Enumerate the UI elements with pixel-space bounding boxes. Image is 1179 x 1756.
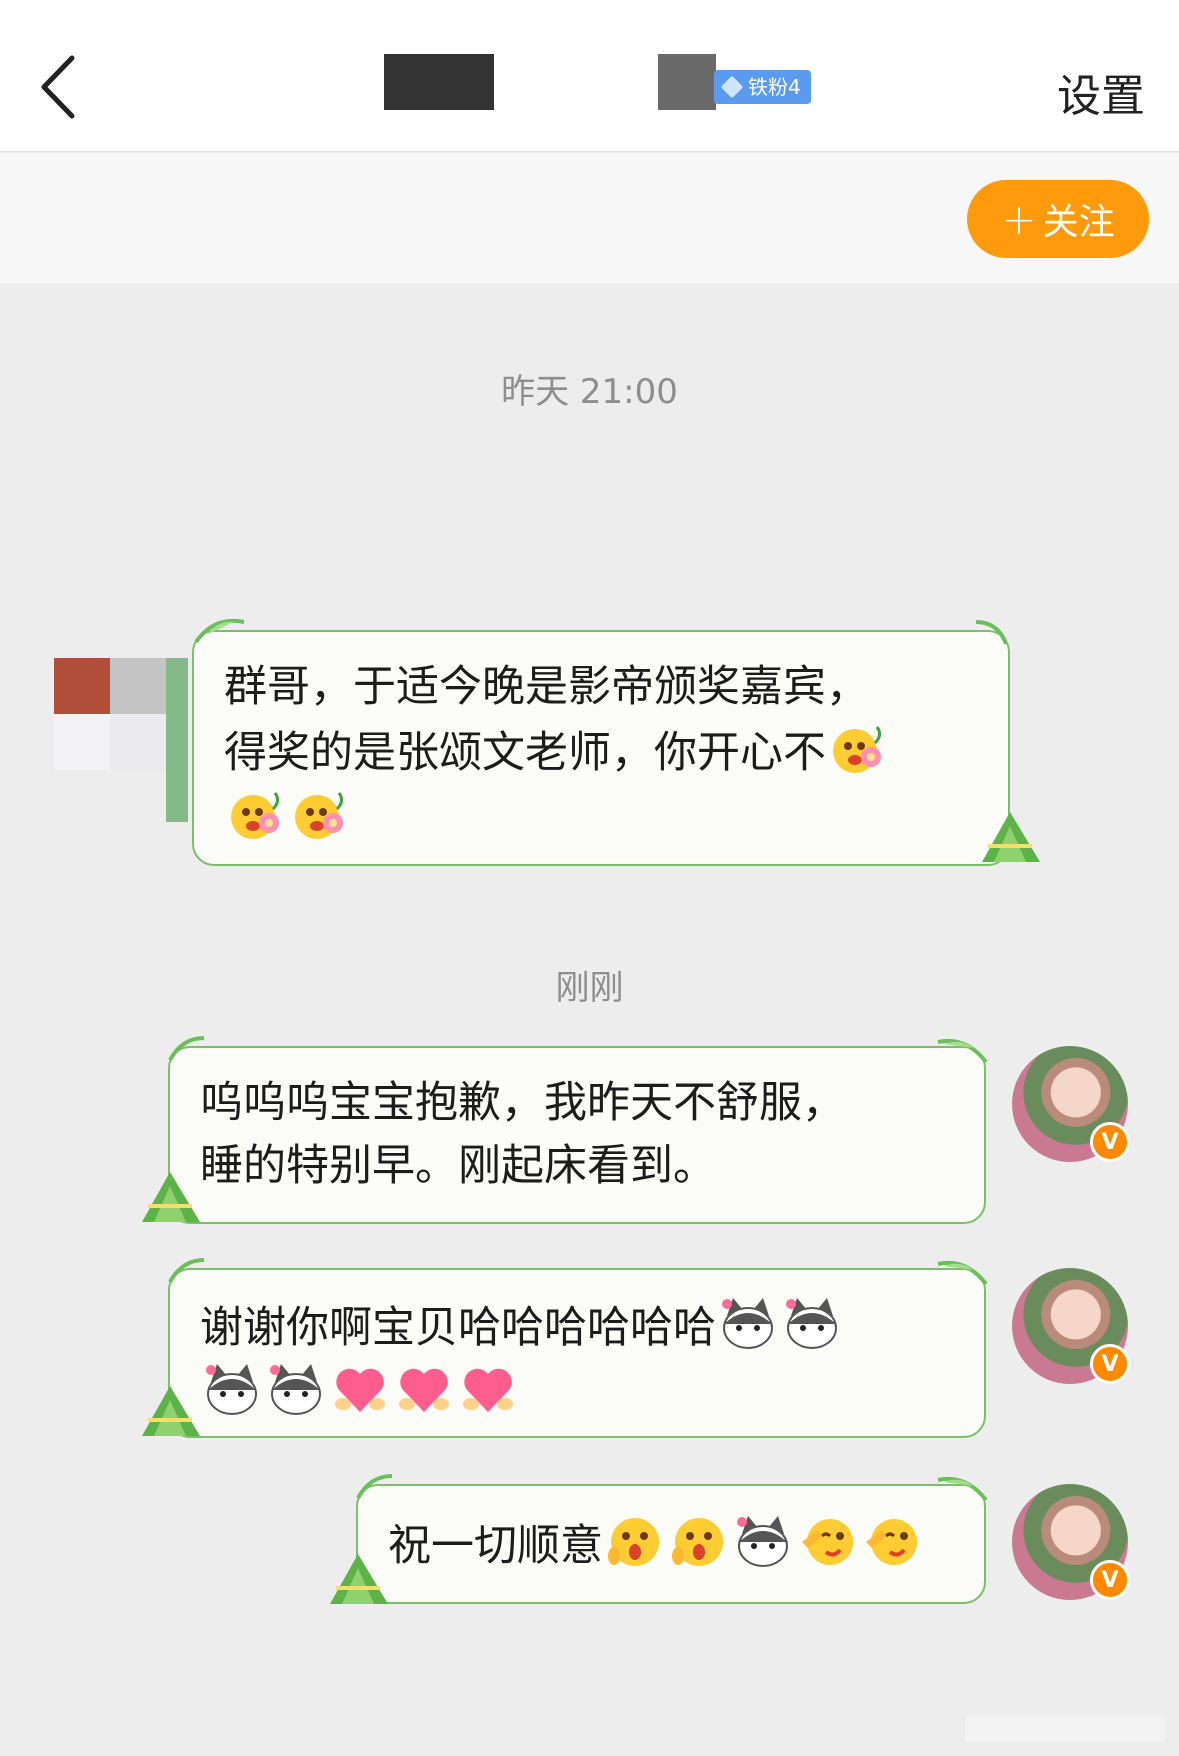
fan-level-label: 铁粉4 [748,75,801,99]
zongzi-icon [142,1172,200,1222]
salute-face-emoji [798,1512,856,1570]
cat-emoji [734,1512,792,1570]
leaf-decoration-icon [975,620,1008,645]
zongzi-icon [330,1554,388,1604]
message-line [200,1360,954,1426]
zongzi-icon [142,1386,200,1436]
user-avatar[interactable]: V [1012,1268,1130,1384]
cat-emoji [203,1360,261,1418]
chevron-left-icon [41,55,75,119]
message-text: 得奖的是张颂文老师，你开心不 [224,728,826,778]
message-line: 祝一切顺意 [388,1512,954,1578]
user-avatar[interactable]: V [1012,1484,1130,1600]
plus-icon: + [1001,194,1037,244]
timestamp: 刚刚 [555,968,624,1008]
verified-badge: V [1090,1344,1130,1384]
surprised-face-emoji [606,1512,664,1570]
message-line: 得奖的是张颂文老师，你开心不 [224,719,978,785]
follow-button-label: 关注 [1042,202,1115,243]
leaf-decoration-icon [168,1258,205,1284]
chat-header: 铁粉4 设置 [0,0,1179,152]
timestamp: 昨天 21:00 [501,372,678,412]
heart-emoji [459,1360,517,1418]
zongzi-icon [982,812,1040,862]
user-avatar[interactable]: V [1012,1046,1130,1162]
follow-button[interactable]: + 关注 [967,180,1149,258]
verified-badge: V [1090,1122,1130,1162]
redacted-username [658,54,716,110]
message-line: 谢谢你啊宝贝哈哈哈哈哈哈 [200,1294,954,1360]
message-bubble-incoming[interactable]: 群哥，于适今晚是影帝颁奖嘉宾， 得奖的是张颂文老师，你开心不 [192,630,1010,866]
verified-badge: V [1090,1560,1130,1600]
leaf-decoration-icon [356,1474,393,1500]
fan-level-badge: 铁粉4 [714,70,811,104]
cat-emoji [783,1294,841,1352]
message-line: 群哥，于适今晚是影帝颁奖嘉宾， [224,662,869,712]
message-bubble-outgoing[interactable]: 呜呜呜宝宝抱歉，我昨天不舒服， 睡的特别早。刚起床看到。 [168,1046,986,1224]
heart-emoji [395,1360,453,1418]
surprised-face-emoji [670,1512,728,1570]
salute-face-emoji [862,1512,920,1570]
redacted-title [384,54,494,110]
cat-emoji [267,1360,325,1418]
cat-emoji [719,1294,777,1352]
settings-button[interactable]: 设置 [1057,60,1145,124]
flower-face-emoji [291,785,349,843]
message-text: 祝一切顺意 [388,1521,603,1571]
watermark-icon [965,1716,1165,1742]
leaf-decoration-icon [937,1039,988,1064]
message-bubble-outgoing[interactable]: 祝一切顺意 [356,1484,986,1604]
leaf-decoration-icon [168,1036,205,1062]
message-line: 睡的特别早。刚起床看到。 [200,1141,716,1191]
message-line: 呜呜呜宝宝抱歉，我昨天不舒服， [200,1078,845,1128]
heart-emoji [331,1360,389,1418]
diamond-icon [720,75,744,99]
flower-face-emoji [829,719,887,777]
leaf-decoration-icon [937,1477,988,1502]
message-text: 谢谢你啊宝贝哈哈哈哈哈哈 [200,1303,716,1353]
back-button[interactable] [34,52,84,122]
leaf-decoration-icon [194,619,245,644]
message-line [224,785,978,851]
redacted-avatar[interactable] [54,658,188,822]
flower-face-emoji [227,785,285,843]
leaf-decoration-icon [937,1261,988,1286]
message-bubble-outgoing[interactable]: 谢谢你啊宝贝哈哈哈哈哈哈 [168,1268,986,1438]
